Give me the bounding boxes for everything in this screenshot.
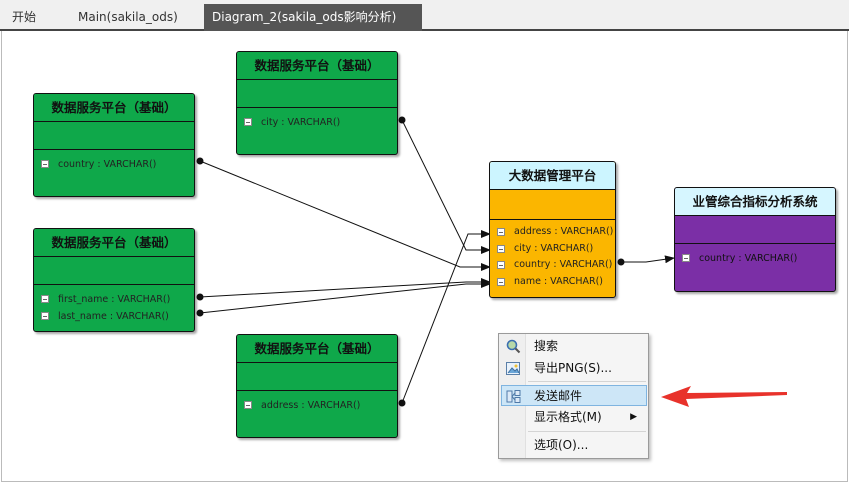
entity-divider	[237, 80, 397, 108]
entity-title: 大数据管理平台	[490, 162, 615, 190]
image-export-icon	[505, 361, 521, 376]
field-label: country : VARCHAR()	[699, 253, 798, 264]
entity-title: 业管综合指标分析系统	[675, 188, 835, 216]
field-label: city : VARCHAR()	[261, 117, 341, 128]
field-icon	[41, 312, 49, 320]
field-name[interactable]: name : VARCHAR()	[490, 274, 615, 291]
context-menu: 搜索 导出PNG(S)... 发送邮件 显示格式(M) ▶ 选项(O)...	[498, 333, 649, 459]
menu-item-send-mail[interactable]: 发送邮件	[501, 385, 647, 406]
search-icon	[505, 339, 521, 354]
entity-title: 数据服务平台（基础）	[34, 229, 194, 257]
menu-separator	[528, 381, 646, 382]
send-mail-icon	[506, 389, 522, 404]
entity-title: 数据服务平台（基础）	[237, 335, 397, 363]
field-label: name : VARCHAR()	[514, 275, 603, 287]
annotation-arrow-icon	[661, 386, 787, 407]
entity-divider	[490, 190, 615, 220]
field-icon	[41, 295, 49, 303]
menu-separator	[528, 431, 646, 432]
tab-start[interactable]: 开始	[4, 4, 44, 31]
field-address[interactable]: address : VARCHAR()	[490, 224, 615, 241]
field-label: address : VARCHAR()	[261, 400, 361, 411]
field-icon	[497, 277, 505, 286]
field-label: country : VARCHAR()	[58, 159, 157, 170]
field-country[interactable]: country : VARCHAR()	[34, 156, 194, 173]
field-icon	[497, 228, 505, 236]
menu-item-label: 显示格式(M)	[534, 410, 602, 424]
entity-title: 数据服务平台（基础）	[34, 94, 194, 122]
entity-source-city[interactable]: 数据服务平台（基础） city : VARCHAR()	[236, 51, 398, 155]
field-label: last_name : VARCHAR()	[58, 311, 169, 322]
field-address[interactable]: address : VARCHAR()	[237, 397, 397, 414]
tab-label: Diagram_2(sakila_ods影响分析)	[212, 10, 397, 24]
menu-item-search[interactable]: 搜索	[501, 336, 647, 357]
field-label: country : VARCHAR()	[514, 259, 613, 270]
field-country[interactable]: country : VARCHAR()	[490, 257, 615, 274]
field-label: first_name : VARCHAR()	[58, 294, 171, 305]
menu-item-export-png[interactable]: 导出PNG(S)...	[501, 358, 647, 379]
entity-business-metrics[interactable]: 业管综合指标分析系统 country : VARCHAR()	[674, 187, 836, 292]
field-country[interactable]: country : VARCHAR()	[675, 250, 835, 267]
field-icon	[497, 244, 505, 253]
submenu-arrow-icon: ▶	[630, 412, 637, 422]
entity-divider	[34, 257, 194, 285]
field-label: address : VARCHAR()	[514, 226, 614, 237]
entity-bigdata-platform[interactable]: 大数据管理平台 address : VARCHAR() city : VARCH…	[489, 161, 616, 298]
field-icon	[41, 160, 49, 168]
field-icon	[497, 261, 505, 269]
tab-main[interactable]: Main(sakila_ods)	[70, 4, 186, 31]
menu-item-label: 导出PNG(S)...	[534, 361, 612, 375]
field-icon	[682, 254, 690, 262]
entity-source-country[interactable]: 数据服务平台（基础） country : VARCHAR()	[33, 93, 195, 197]
menu-item-label: 选项(O)...	[534, 438, 589, 452]
tab-bar: 开始 Main(sakila_ods) Diagram_2(sakila_ods…	[0, 0, 849, 52]
field-icon	[244, 118, 252, 126]
entity-divider	[237, 363, 397, 391]
field-first-name[interactable]: first_name : VARCHAR()	[34, 291, 194, 308]
tab-label: Main(sakila_ods)	[78, 10, 178, 24]
tab-diagram[interactable]: Diagram_2(sakila_ods影响分析) ✕	[204, 4, 422, 52]
field-last-name[interactable]: last_name : VARCHAR()	[34, 308, 194, 325]
field-label: city : VARCHAR()	[514, 242, 594, 254]
menu-item-label: 发送邮件	[534, 389, 583, 403]
entity-divider	[675, 216, 835, 244]
entity-title: 数据服务平台（基础）	[237, 52, 397, 80]
menu-item-options[interactable]: 选项(O)...	[501, 435, 647, 456]
tab-label: 开始	[12, 10, 37, 24]
menu-item-display-format[interactable]: 显示格式(M) ▶	[501, 407, 647, 428]
entity-source-address[interactable]: 数据服务平台（基础） address : VARCHAR()	[236, 334, 398, 438]
entity-divider	[34, 122, 194, 150]
field-icon	[244, 401, 252, 409]
entity-source-names[interactable]: 数据服务平台（基础） first_name : VARCHAR() last_n…	[33, 228, 195, 332]
menu-item-label: 搜索	[534, 339, 559, 353]
field-city[interactable]: city : VARCHAR()	[490, 241, 615, 258]
field-city[interactable]: city : VARCHAR()	[237, 114, 397, 131]
